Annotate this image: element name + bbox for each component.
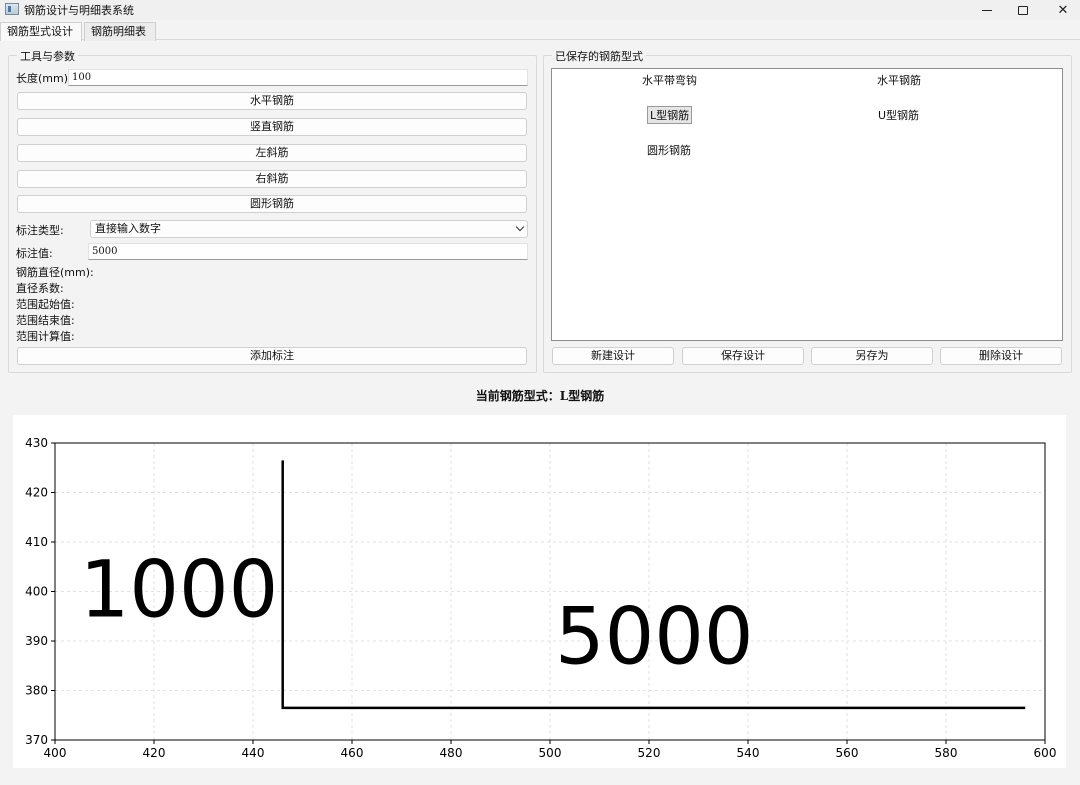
y-tick-label: 390 [25,634,48,648]
range-start-label: 范围起始值: [16,298,75,311]
new-design-button[interactable]: 新建设计 [552,347,674,365]
length-input[interactable]: 100 [68,69,528,86]
y-tick-label: 370 [25,733,48,747]
window-title: 钢筋设计与明细表系统 [24,4,134,17]
add-annotation-button[interactable]: 添加标注 [17,347,527,365]
list-item[interactable]: 水平带弯钩 [642,72,697,88]
circular-rebar-button[interactable]: 圆形钢筋 [17,195,527,213]
left-diagonal-button[interactable]: 左斜筋 [17,144,527,162]
saved-designs-list[interactable]: 水平带弯钩 水平钢筋 L型钢筋 U型钢筋 圆形钢筋 [551,68,1063,341]
y-tick-label: 420 [25,486,48,500]
app-icon [5,3,19,15]
x-tick-label: 580 [935,746,958,760]
diameter-label: 钢筋直径(mm): [16,266,94,279]
saved-designs-group-title: 已保存的钢筋型式 [552,48,646,64]
y-tick-label: 380 [25,684,48,698]
right-diagonal-button[interactable]: 右斜筋 [17,170,527,188]
chevron-down-icon [515,222,525,232]
annotation-type-value: 直接输入数字 [95,222,161,235]
rebar-plot: 400 420 440 460 480 500 520 540 560 580 600 370 380 3… [25,436,1057,760]
length-label: 长度(mm): [16,72,72,85]
close-button[interactable]: ✕ [1040,0,1080,20]
save-as-button[interactable]: 另存为 [811,347,933,365]
dimension-annotation: 5000 [555,592,754,682]
vertical-rebar-button[interactable]: 竖直钢筋 [17,118,527,136]
range-calc-label: 范围计算值: [16,330,75,343]
list-item[interactable]: 圆形钢筋 [647,142,691,158]
y-tick-label: 430 [25,436,48,450]
dimension-annotation: 1000 [80,545,279,635]
x-tick-label: 600 [1034,746,1057,760]
maximize-icon [1018,5,1028,15]
x-tick-label: 440 [242,746,265,760]
title-bar: 钢筋设计与明细表系统 ✕ [0,0,1080,20]
diameter-coef-label: 直径系数: [16,282,64,295]
save-design-button[interactable]: 保存设计 [682,347,804,365]
x-tick-label: 480 [440,746,463,760]
x-tick-label: 420 [143,746,166,760]
x-tick-label: 560 [836,746,859,760]
tab-bar: 钢筋型式设计 钢筋明细表 [0,20,1080,41]
list-item-selected[interactable]: L型钢筋 [647,106,693,124]
close-icon: ✕ [1057,2,1069,18]
tools-group-title: 工具与参数 [17,48,78,64]
horizontal-rebar-button[interactable]: 水平钢筋 [17,92,527,110]
annotation-type-label: 标注类型: [16,224,64,237]
y-tick-label: 400 [25,585,48,599]
annotation-value-label: 标注值: [16,247,53,260]
tab-rebar-design[interactable]: 钢筋型式设计 [0,22,82,41]
list-item[interactable]: U型钢筋 [878,107,919,123]
y-tick-label: 410 [25,535,48,549]
tab-rebar-schedule[interactable]: 钢筋明细表 [84,22,156,41]
x-tick-label: 460 [341,746,364,760]
current-design-title: 当前钢筋型式：L型钢筋 [475,389,605,403]
x-tick-label: 400 [44,746,67,760]
minimize-icon [982,9,992,11]
x-tick-label: 540 [737,746,760,760]
x-tick-label: 500 [539,746,562,760]
range-end-label: 范围结束值: [16,314,75,327]
delete-design-button[interactable]: 删除设计 [940,347,1062,365]
x-tick-label: 520 [638,746,661,760]
annotation-value-input[interactable]: 5000 [88,243,528,260]
list-item[interactable]: 水平钢筋 [877,72,921,88]
annotation-type-select[interactable]: 直接输入数字 [90,220,528,238]
design-canvas[interactable]: 400 420 440 460 480 500 520 540 560 580 600 370 380 3… [13,415,1066,768]
